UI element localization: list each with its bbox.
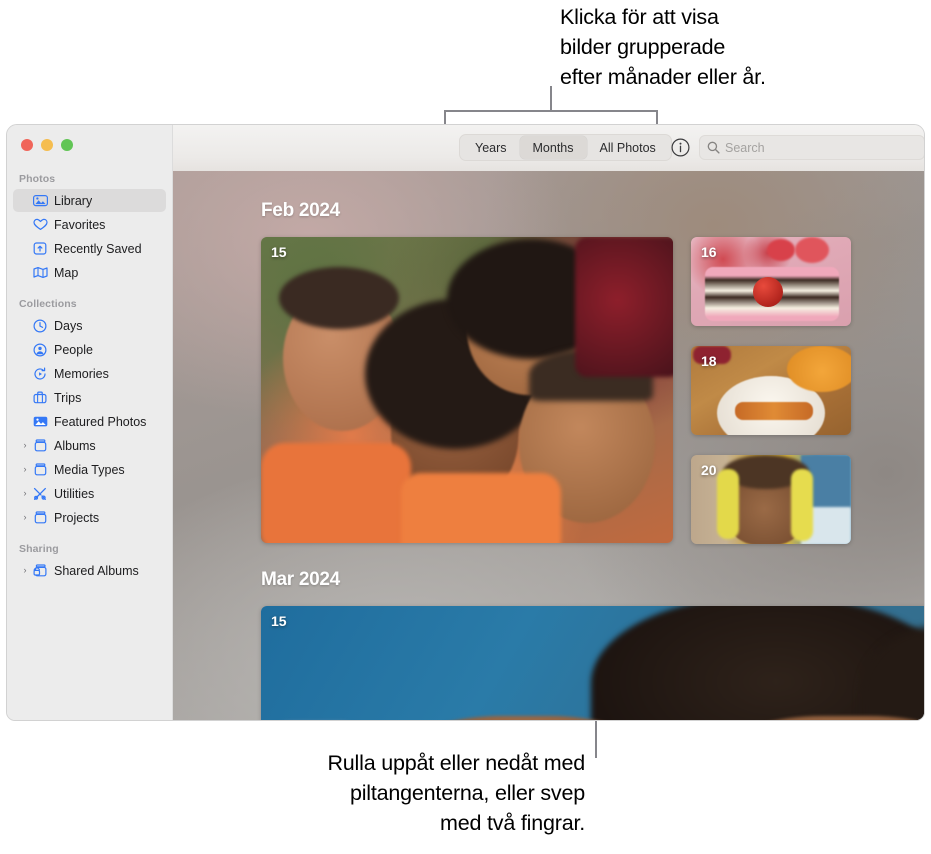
sidebar-list-sharing: › Shared Albums <box>7 559 172 582</box>
sidebar: Photos › Library <box>7 125 173 720</box>
tools-icon <box>31 487 49 500</box>
sidebar-item-label: Featured Photos <box>54 414 147 429</box>
zoom-button[interactable] <box>61 139 73 151</box>
sidebar-item-label: Map <box>54 265 79 280</box>
sidebar-item-label: Memories <box>54 366 109 381</box>
photos-app-window: Photos › Library <box>6 124 925 721</box>
sidebar-item-memories[interactable]: › Memories <box>13 362 166 385</box>
album-icon <box>31 511 49 524</box>
photo-blue-portrait[interactable]: 15 <box>261 606 924 720</box>
photo-day-badge: 20 <box>701 462 717 478</box>
callout-leader-top-right-tick <box>656 110 658 125</box>
photo-cake-slice[interactable]: 16 <box>691 237 851 326</box>
memories-icon <box>31 367 49 381</box>
chevron-right-icon[interactable]: › <box>19 566 31 575</box>
photo-day-badge: 18 <box>701 353 717 369</box>
sidebar-item-library[interactable]: › Library <box>13 189 166 212</box>
heart-icon <box>31 218 49 231</box>
sidebar-item-label: Media Types <box>54 462 125 477</box>
photo-group-selfie[interactable]: 15 <box>261 237 673 543</box>
chevron-right-icon[interactable]: › <box>19 513 31 522</box>
sidebar-item-label: Projects <box>54 510 100 525</box>
view-mode-segmented-control[interactable]: Years Months All Photos <box>459 134 672 161</box>
segment-years[interactable]: Years <box>462 136 520 159</box>
photo-carrots-plate[interactable]: 18 <box>691 346 851 435</box>
segment-all-photos[interactable]: All Photos <box>587 136 669 159</box>
sidebar-section-photos: Photos <box>19 173 56 185</box>
suitcase-icon <box>31 391 49 404</box>
sidebar-item-label: Albums <box>54 438 96 453</box>
sidebar-item-label: Library <box>54 193 93 208</box>
close-button[interactable] <box>21 139 33 151</box>
library-icon <box>31 194 49 207</box>
sidebar-item-trips[interactable]: › Trips <box>13 386 166 409</box>
search-field[interactable] <box>699 135 924 160</box>
map-icon <box>31 266 49 279</box>
clock-icon <box>31 318 49 333</box>
sidebar-item-label: Shared Albums <box>54 563 139 578</box>
photo-day-badge: 15 <box>271 613 287 629</box>
callout-leader-top-stem <box>550 86 552 111</box>
minimize-button[interactable] <box>41 139 53 151</box>
sidebar-item-map[interactable]: › Map <box>13 261 166 284</box>
sidebar-item-projects[interactable]: › Projects <box>13 506 166 529</box>
sidebar-list-collections: › Days › <box>7 314 172 529</box>
person-circle-icon <box>31 342 49 357</box>
search-icon <box>707 141 720 154</box>
photo-beach-portrait[interactable]: 20 <box>691 455 851 544</box>
photo-day-badge: 15 <box>271 244 287 260</box>
chevron-right-icon[interactable]: › <box>19 489 31 498</box>
sidebar-item-shared-albums[interactable]: › Shared Albums <box>13 559 166 582</box>
sidebar-list-photos: › Library › <box>7 189 172 284</box>
shared-album-icon <box>31 564 49 577</box>
sidebar-item-label: Trips <box>54 390 82 405</box>
recently-saved-icon <box>31 242 49 255</box>
window-traffic-lights <box>21 139 73 151</box>
callout-leader-top-left-tick <box>444 110 446 125</box>
sidebar-item-days[interactable]: › Days <box>13 314 166 337</box>
sidebar-item-recently-saved[interactable]: › Recently Saved <box>13 237 166 260</box>
sidebar-item-label: People <box>54 342 93 357</box>
sidebar-item-favorites[interactable]: › Favorites <box>13 213 166 236</box>
callout-text-top: Klicka för att visa bilder grupperade ef… <box>560 5 766 89</box>
month-header-mar: Mar 2024 <box>261 569 340 590</box>
sidebar-item-label: Favorites <box>54 217 106 232</box>
album-icon <box>31 463 49 476</box>
sidebar-item-label: Days <box>54 318 83 333</box>
info-circle-icon[interactable] <box>671 138 690 157</box>
month-header-feb: Feb 2024 <box>261 200 340 221</box>
sidebar-item-utilities[interactable]: › Utilities <box>13 482 166 505</box>
sidebar-item-label: Recently Saved <box>54 241 142 256</box>
sidebar-section-collections: Collections <box>19 298 77 310</box>
callout-text-bottom: Rulla uppåt eller nedåt med piltangenter… <box>327 751 585 835</box>
sidebar-item-albums[interactable]: › Albums <box>13 434 166 457</box>
photo-grid-content[interactable]: Feb 2024 15 16 18 20 Mar 2024 15 <box>173 171 924 720</box>
search-input[interactable] <box>725 140 917 155</box>
chevron-right-icon[interactable]: › <box>19 441 31 450</box>
toolbar: Years Months All Photos <box>173 125 924 171</box>
sidebar-item-media-types[interactable]: › Media Types <box>13 458 166 481</box>
segment-months[interactable]: Months <box>519 136 587 159</box>
sidebar-section-sharing: Sharing <box>19 543 59 555</box>
sidebar-item-people[interactable]: › People <box>13 338 166 361</box>
chevron-right-icon[interactable]: › <box>19 465 31 474</box>
sidebar-item-label: Utilities <box>54 486 95 501</box>
photo-icon <box>31 415 49 428</box>
sidebar-item-featured-photos[interactable]: › Featured Photos <box>13 410 166 433</box>
photo-day-badge: 16 <box>701 244 717 260</box>
album-icon <box>31 439 49 452</box>
